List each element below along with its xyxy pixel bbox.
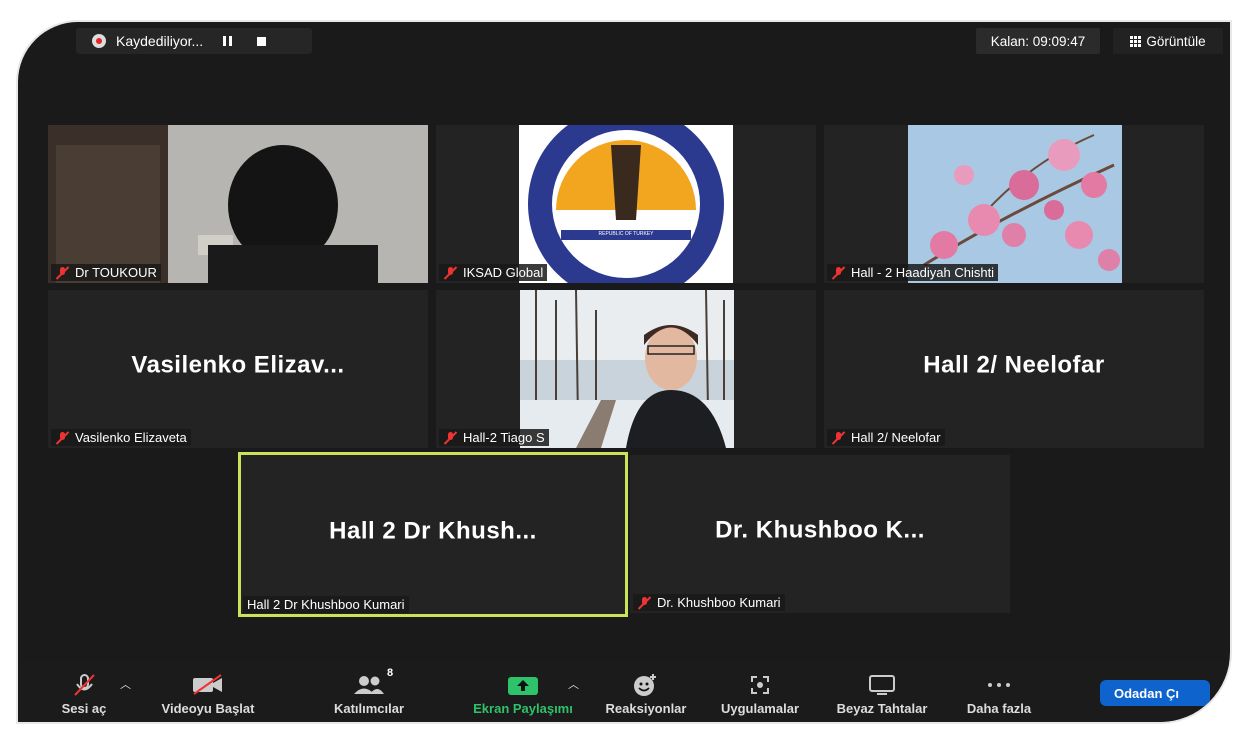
video-tile-vasilenko-elizaveta[interactable]: Vasilenko Elizav... Vasilenko Elizaveta xyxy=(48,290,428,448)
participant-label: Hall 2/ Neelofar xyxy=(827,429,945,446)
unmute-button[interactable]: Sesi aç xyxy=(56,673,112,716)
svg-text:REPUBLIC OF TURKEY: REPUBLIC OF TURKEY xyxy=(599,231,655,237)
pause-icon xyxy=(222,36,232,46)
apps-icon xyxy=(712,673,808,697)
share-options-chevron-icon[interactable]: ︿ xyxy=(568,676,579,692)
participant-video xyxy=(520,290,734,448)
whiteboard-icon xyxy=(826,673,938,697)
video-tile-dr-toukour[interactable]: Dr TOUKOUR xyxy=(48,125,428,283)
video-tile-hall2-dr-khushboo-kumari[interactable]: Hall 2 Dr Khush... Hall 2 Dr Khushboo Ku… xyxy=(238,452,628,617)
share-screen-icon xyxy=(465,673,581,697)
iksad-logo: REPUBLIC OF TURKEY 2010 xyxy=(519,125,733,283)
leave-room-button[interactable]: Odadan Çı xyxy=(1100,680,1210,706)
reactions-button[interactable]: Reaksiyonlar xyxy=(598,673,694,716)
video-tile-iksad-global[interactable]: REPUBLIC OF TURKEY 2010 IKSAD Global xyxy=(436,125,816,283)
participant-label: Vasilenko Elizaveta xyxy=(51,429,191,446)
mic-muted-icon xyxy=(831,431,845,445)
more-dots-icon xyxy=(956,673,1042,697)
participant-label: Dr. Khushboo Kumari xyxy=(633,594,785,611)
top-bar: Kaydediliyor... Kalan: 09:09:47 Görüntül… xyxy=(18,22,1230,58)
participant-count: 8 xyxy=(387,667,394,679)
mic-muted-icon xyxy=(443,431,457,445)
participant-name-display: Dr. Khushboo K... xyxy=(715,516,925,544)
video-tile-tiago-s[interactable]: Hall-2 Tiago S xyxy=(436,290,816,448)
participant-label: IKSAD Global xyxy=(439,264,548,281)
video-tile-dr-khushboo-kumari[interactable]: Dr. Khushboo K... Dr. Khushboo Kumari xyxy=(630,455,1010,613)
participant-label: Hall - 2 Haadiyah Chishti xyxy=(827,264,999,281)
view-label: Görüntüle xyxy=(1146,33,1206,49)
meeting-toolbar: Sesi aç ︿ Videoyu Başlat 8 Katılımcılar … xyxy=(18,662,1230,722)
blossom-photo xyxy=(908,125,1122,283)
participant-name-display: Vasilenko Elizav... xyxy=(131,351,345,379)
participant-label: Hall-2 Tiago S xyxy=(439,429,549,446)
meeting-window: Kaydediliyor... Kalan: 09:09:47 Görüntül… xyxy=(18,22,1230,722)
mic-muted-icon xyxy=(831,266,845,280)
mic-muted-icon xyxy=(443,266,457,280)
participant-label: Dr TOUKOUR xyxy=(51,264,161,281)
mic-muted-icon xyxy=(55,431,69,445)
mic-muted-icon xyxy=(56,673,112,697)
participants-button[interactable]: 8 Katılımcılar xyxy=(323,667,415,716)
share-screen-button[interactable]: Ekran Paylaşımı xyxy=(465,673,581,716)
whiteboards-button[interactable]: Beyaz Tahtalar xyxy=(826,673,938,716)
start-video-button[interactable]: Videoyu Başlat xyxy=(148,673,268,716)
mic-muted-icon xyxy=(55,266,69,280)
pause-recording-button[interactable] xyxy=(217,31,237,51)
stop-recording-button[interactable] xyxy=(251,31,271,51)
recording-label: Kaydediliyor... xyxy=(116,33,204,49)
time-remaining: Kalan: 09:09:47 xyxy=(976,28,1100,54)
participants-icon: 8 xyxy=(323,667,415,697)
video-off-icon xyxy=(148,673,268,697)
participant-name-display: Hall 2 Dr Khush... xyxy=(329,517,537,545)
stop-icon xyxy=(256,36,266,46)
participant-label: Hall 2 Dr Khushboo Kumari xyxy=(243,596,409,613)
svg-text:2010: 2010 xyxy=(615,267,638,278)
audio-options-chevron-icon[interactable]: ︿ xyxy=(120,676,131,692)
participant-name-display: Hall 2/ Neelofar xyxy=(923,351,1105,379)
view-button[interactable]: Görüntüle xyxy=(1113,28,1223,54)
grid-icon xyxy=(1130,35,1142,47)
video-tile-neelofar[interactable]: Hall 2/ Neelofar Hall 2/ Neelofar xyxy=(824,290,1204,448)
participant-video xyxy=(48,125,428,283)
apps-button[interactable]: Uygulamalar xyxy=(712,673,808,716)
mic-muted-icon xyxy=(637,596,651,610)
recording-indicator: Kaydediliyor... xyxy=(76,28,312,54)
more-button[interactable]: Daha fazla xyxy=(956,673,1042,716)
record-icon xyxy=(92,34,106,48)
emoji-plus-icon xyxy=(598,673,694,697)
video-tile-haadiyah-chishti[interactable]: Hall - 2 Haadiyah Chishti xyxy=(824,125,1204,283)
